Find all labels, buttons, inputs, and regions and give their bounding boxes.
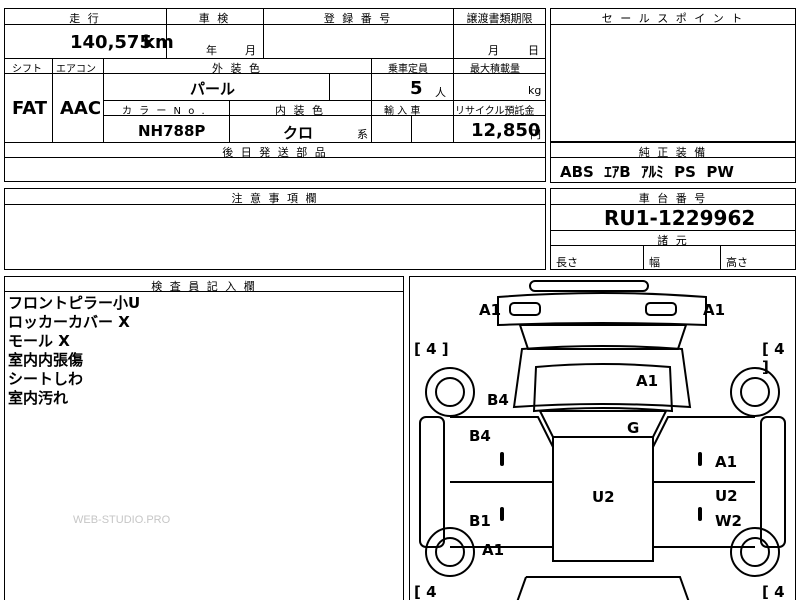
mileage-unit: km bbox=[143, 32, 174, 53]
inspection-month-unit: 月 bbox=[245, 44, 256, 57]
note-line: フロントピラー小U bbox=[8, 294, 141, 312]
inspection-label: 車 検 bbox=[198, 12, 231, 25]
chassis-label: 車 台 番 号 bbox=[638, 192, 708, 205]
car-diagram: [ 4 ] [ 4 ] [ 4 [ 4 ] A1 A1 A1 B4 B4 G A… bbox=[409, 276, 796, 600]
tire-tread-rear-right: [ 4 ] bbox=[762, 583, 785, 600]
recycle-label: リサイクル預託金 bbox=[455, 106, 535, 117]
watermark: WEB-STUDIO.PRO bbox=[73, 514, 171, 526]
sales-point-box bbox=[550, 8, 796, 142]
mileage-value: 140,575 bbox=[70, 32, 152, 53]
inspector-label: 検 査 員 記 入 欄 bbox=[151, 280, 257, 293]
shift-label: シフト bbox=[12, 64, 42, 75]
standard-equipment-value: ABS ｴｱB ｱﾙﾐ PS PW bbox=[560, 163, 734, 181]
damage-mark: A1 bbox=[479, 301, 502, 319]
interior-color-suffix: 系 bbox=[357, 128, 368, 141]
dimension-length: 長さ bbox=[556, 256, 578, 269]
capacity-value: 5 bbox=[410, 78, 423, 99]
note-line: モール X bbox=[8, 332, 70, 350]
note-line: ロッカーカバー X bbox=[8, 313, 130, 331]
damage-mark: B4 bbox=[487, 391, 509, 409]
inspection-year-unit: 年 bbox=[206, 44, 217, 57]
mileage-label: 走 行 bbox=[69, 12, 101, 25]
color-no-value: NH788P bbox=[138, 122, 206, 140]
dimension-width: 幅 bbox=[649, 256, 660, 269]
damage-mark: A1 bbox=[715, 453, 738, 471]
interior-color-label: 内 装 色 bbox=[275, 104, 325, 117]
chassis-number: RU1-1229962 bbox=[604, 206, 756, 230]
color-no-label: カ ラ ー N o . bbox=[122, 106, 207, 117]
inspector-notes: フロントピラー小U ロッカーカバー X モール X 室内内張傷 シートしわ 室内… bbox=[8, 294, 140, 408]
max-load-unit: kg bbox=[528, 84, 542, 97]
damage-mark: A1 bbox=[636, 372, 659, 390]
transfer-deadline-label: 譲渡書類期限 bbox=[466, 12, 533, 25]
damage-mark: A1 bbox=[482, 541, 505, 559]
caution-label: 注 意 事 項 欄 bbox=[231, 192, 319, 205]
registration-label: 登 録 番 号 bbox=[323, 12, 393, 25]
note-line: 室内汚れ bbox=[8, 389, 69, 407]
max-load-label: 最大積載量 bbox=[470, 64, 520, 75]
damage-mark: G bbox=[627, 419, 640, 437]
car-outline-diagram bbox=[419, 280, 786, 600]
capacity-label: 乗車定員 bbox=[388, 64, 428, 75]
tire-tread-rear-left: [ 4 bbox=[414, 583, 437, 600]
damage-mark: A1 bbox=[703, 301, 726, 319]
tire-tread-front-right: [ 4 ] bbox=[762, 340, 785, 376]
exterior-color-label: 外 装 色 bbox=[212, 62, 262, 75]
transfer-month-unit: 月 bbox=[488, 44, 499, 57]
damage-mark: U2 bbox=[592, 488, 615, 506]
tire-tread-front-left: [ 4 ] bbox=[414, 340, 449, 358]
aircon-label: エアコン bbox=[56, 64, 96, 75]
sales-point-label: セ ー ル ス ポ イ ン ト bbox=[601, 12, 745, 25]
transfer-day-unit: 日 bbox=[528, 44, 539, 57]
later-parts-label: 後 日 発 送 部 品 bbox=[222, 146, 328, 159]
damage-mark: U2 bbox=[715, 487, 738, 505]
import-label: 輸 入 車 bbox=[384, 106, 421, 117]
capacity-unit: 人 bbox=[435, 86, 446, 99]
note-line: 室内内張傷 bbox=[8, 351, 84, 369]
recycle-unit: 円 bbox=[530, 128, 541, 141]
exterior-color-value: パール bbox=[190, 80, 236, 98]
dimension-height: 高さ bbox=[726, 256, 748, 269]
damage-mark: W2 bbox=[715, 512, 742, 530]
aircon-value: AAC bbox=[60, 98, 102, 119]
standard-equipment-label: 純 正 装 備 bbox=[638, 146, 708, 159]
note-line: シートしわ bbox=[8, 370, 84, 388]
damage-mark: B4 bbox=[469, 427, 491, 445]
damage-mark: B1 bbox=[469, 512, 491, 530]
interior-color-value: クロ bbox=[283, 124, 314, 142]
dimensions-label: 諸 元 bbox=[657, 234, 689, 247]
shift-value: FAT bbox=[12, 98, 48, 119]
